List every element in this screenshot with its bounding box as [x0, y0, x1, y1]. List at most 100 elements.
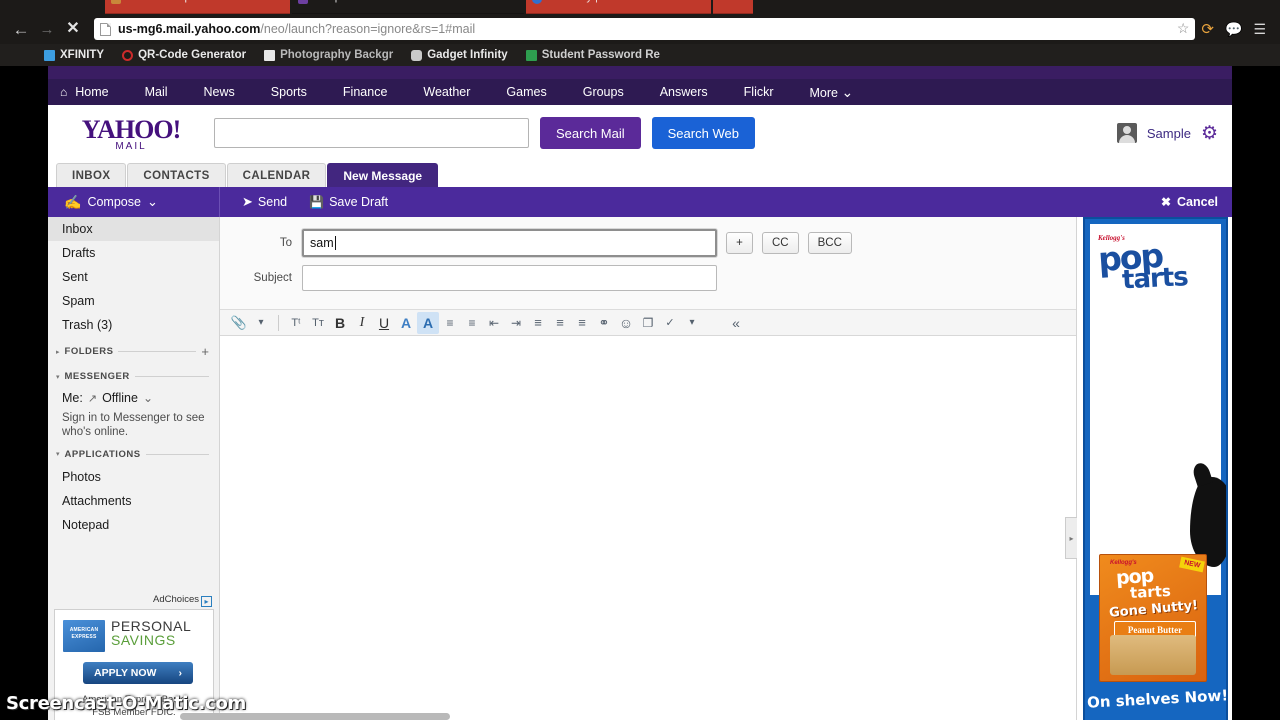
menu-icon[interactable]: ☰: [1253, 21, 1266, 38]
underline-icon[interactable]: U: [373, 312, 395, 334]
yahoo-mail-logo[interactable]: YAHOO! MAIL: [56, 115, 206, 152]
nav-more[interactable]: More ⌄: [792, 84, 860, 101]
search-mail-button[interactable]: Search Mail: [540, 117, 641, 149]
collapse-toolbar-icon[interactable]: «: [725, 312, 747, 334]
bookmark-item[interactable]: Student Password Re: [525, 49, 660, 61]
bookmark-item[interactable]: Gadget Infinity: [411, 49, 508, 61]
apply-now-button[interactable]: APPLY NOW ›: [83, 662, 193, 684]
right-advertisement: ▸ Kellogg's pop tarts Kellogg's NEW pop: [1065, 217, 1232, 720]
bookmark-star-icon[interactable]: ☆: [1177, 20, 1190, 37]
spellcheck-icon[interactable]: ✓: [659, 312, 681, 334]
bulleted-list-icon[interactable]: ≡: [439, 312, 461, 334]
attachment-icon[interactable]: 📎: [228, 312, 250, 334]
sidebar-item-drafts[interactable]: Drafts: [48, 241, 219, 265]
tab-close-icon[interactable]: ×: [700, 0, 706, 4]
nav-finance[interactable]: Finance: [325, 85, 405, 99]
applications-section-header[interactable]: ▾ APPLICATIONS: [48, 444, 219, 465]
cancel-button[interactable]: ✖ Cancel: [1161, 195, 1218, 209]
bookmark-item[interactable]: Photography Backgr: [264, 49, 393, 61]
page-info-icon[interactable]: [100, 22, 111, 36]
outdent-icon[interactable]: ⇤: [483, 312, 505, 334]
amazon-icon[interactable]: ⟳: [1201, 20, 1214, 38]
italic-icon[interactable]: I: [351, 312, 373, 334]
adchoices-icon[interactable]: ▸: [201, 596, 212, 607]
tab-calendar[interactable]: CALENDAR: [226, 163, 327, 187]
decrease-font-size-icon[interactable]: Tт: [307, 312, 329, 334]
save-draft-button[interactable]: 💾 Save Draft: [309, 195, 388, 209]
nav-groups[interactable]: Groups: [565, 85, 642, 99]
message-body-editor[interactable]: [220, 336, 1076, 720]
nav-sports[interactable]: Sports: [253, 85, 325, 99]
adchoices-label[interactable]: AdChoices ▸: [48, 594, 220, 607]
sidebar-item-photos[interactable]: Photos: [48, 465, 219, 489]
font-color-icon[interactable]: A: [395, 312, 417, 334]
insert-image-icon[interactable]: ❐: [637, 312, 659, 334]
sidebar-item-sent[interactable]: Sent: [48, 265, 219, 289]
bcc-button[interactable]: BCC: [807, 232, 852, 254]
sidebar-item-inbox[interactable]: Inbox: [48, 217, 219, 241]
browser-tab[interactable]: Lumosity | Home ×: [526, 0, 711, 14]
collapse-ad-handle[interactable]: ▸: [1065, 517, 1077, 559]
tab-contacts[interactable]: CONTACTS: [127, 163, 226, 187]
gear-icon[interactable]: ⚙: [1201, 122, 1218, 145]
tab-close-icon[interactable]: ×: [279, 0, 285, 4]
sidebar-item-notepad[interactable]: Notepad: [48, 513, 219, 537]
subject-input[interactable]: [302, 265, 717, 291]
add-folder-icon[interactable]: +: [201, 345, 209, 358]
nav-mail[interactable]: Mail: [127, 85, 186, 99]
compose-label: Compose: [87, 195, 141, 209]
avatar[interactable]: [1116, 123, 1137, 143]
shelf-banner: On shelves Now!: [1085, 682, 1226, 720]
align-left-icon[interactable]: ≡: [527, 312, 549, 334]
highlight-color-icon[interactable]: A: [417, 311, 439, 334]
forward-icon[interactable]: →: [34, 22, 60, 37]
horizontal-scrollbar[interactable]: [180, 713, 450, 720]
sidebar-item-attachments[interactable]: Attachments: [48, 489, 219, 513]
bookmark-item[interactable]: QR-Code Generator: [122, 49, 246, 61]
compose-button[interactable]: ✍ Compose ⌄: [48, 187, 220, 217]
emoticon-icon[interactable]: ☺: [615, 312, 637, 334]
browser-tab-active[interactable]: samplestudent1920 - Yah... ×: [292, 0, 524, 14]
user-name[interactable]: Sample: [1147, 126, 1191, 141]
nav-news[interactable]: News: [186, 85, 253, 99]
nav-games[interactable]: Games: [488, 85, 564, 99]
speech-bubble-icon[interactable]: 💬: [1225, 21, 1242, 38]
sidebar-item-spam[interactable]: Spam: [48, 289, 219, 313]
messenger-section-header[interactable]: ▾ MESSENGER: [48, 366, 219, 387]
tab-inbox[interactable]: INBOX: [56, 163, 127, 187]
attachment-caret-icon[interactable]: ▾: [250, 312, 272, 334]
browser-new-tab-button[interactable]: [713, 0, 753, 14]
stop-icon[interactable]: ✕: [60, 21, 86, 37]
divider: [134, 376, 209, 377]
spellcheck-caret-icon[interactable]: ▾: [681, 312, 703, 334]
nav-home[interactable]: Home: [57, 85, 126, 99]
nav-answers[interactable]: Answers: [642, 85, 726, 99]
apply-now-label: APPLY NOW: [94, 667, 157, 679]
numbered-list-icon[interactable]: ≡: [461, 312, 483, 334]
nav-weather[interactable]: Weather: [405, 85, 488, 99]
add-contact-button[interactable]: +: [726, 232, 753, 254]
nav-flickr[interactable]: Flickr: [726, 85, 792, 99]
search-web-button[interactable]: Search Web: [651, 117, 755, 149]
to-input[interactable]: sam: [302, 229, 717, 257]
align-center-icon[interactable]: ≡: [549, 312, 571, 334]
folders-section-header[interactable]: ▸ FOLDERS +: [48, 341, 219, 362]
search-input[interactable]: [214, 118, 529, 148]
increase-font-size-icon[interactable]: Tᵗ: [285, 312, 307, 334]
messenger-status-row[interactable]: Me: ↗ Offline ⌄: [48, 387, 219, 409]
insert-link-icon[interactable]: ⚭: [593, 312, 615, 334]
tab-close-icon[interactable]: ×: [513, 0, 519, 4]
bold-icon[interactable]: B: [329, 312, 351, 334]
tab-new-message[interactable]: New Message: [327, 163, 439, 187]
align-right-icon[interactable]: ≡: [571, 312, 593, 334]
url-path: /neo/launch?reason=ignore&rs=1#mail: [260, 22, 476, 36]
sidebar-item-trash[interactable]: Trash (3): [48, 313, 219, 337]
send-button[interactable]: ➤ Send: [242, 194, 287, 210]
cc-button[interactable]: CC: [762, 232, 799, 254]
address-bar[interactable]: us-mg6.mail.yahoo.com/neo/launch?reason=…: [94, 18, 1196, 40]
indent-icon[interactable]: ⇥: [505, 312, 527, 334]
pop-tarts-ad[interactable]: Kellogg's pop tarts Kellogg's NEW pop ta…: [1083, 217, 1228, 720]
browser-tab[interactable]: Inbox - samplestudent... ×: [105, 0, 290, 14]
back-icon[interactable]: ←: [8, 21, 34, 38]
bookmark-item[interactable]: XFINITY: [44, 49, 104, 61]
